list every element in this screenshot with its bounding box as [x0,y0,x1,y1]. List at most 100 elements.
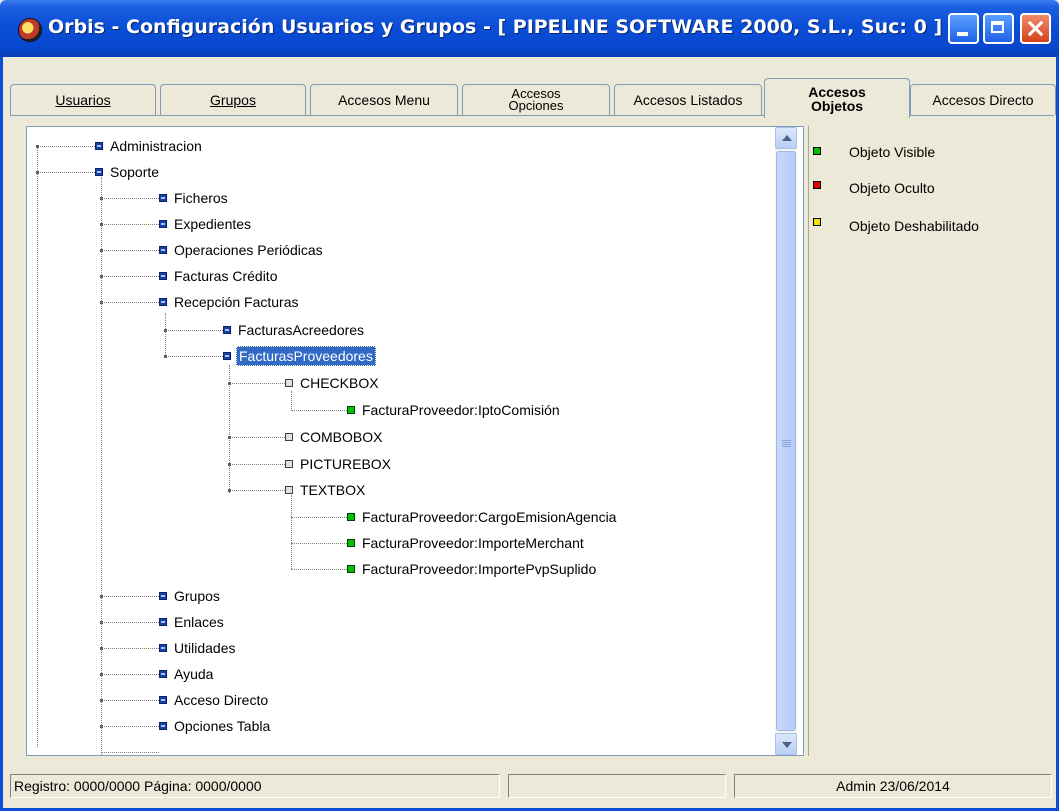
tree-expander[interactable] [100,249,103,252]
app-icon[interactable] [18,18,42,42]
tree-expander[interactable] [164,355,167,358]
tree-line [37,147,38,747]
tree-node-checkbox[interactable]: CHECKBOX [285,373,381,393]
tree-line [101,177,102,755]
tree-expander[interactable] [228,436,231,439]
blue-square-icon [159,644,167,652]
tree-line [101,224,159,225]
tree-node-ipto-comision[interactable]: FacturaProveedor:IptoComisión [347,400,562,420]
tree-expander[interactable] [228,463,231,466]
blue-square-icon [159,220,167,228]
tree-line [101,622,159,623]
tree-node-soporte[interactable]: Soporte [95,162,161,182]
tab-accesos-objetos[interactable]: Accesos Objetos [764,78,910,118]
green-square-icon [347,513,355,521]
maximize-button[interactable] [983,13,1014,44]
tree-line [101,250,159,251]
tab-grupos[interactable]: Grupos [160,84,306,115]
tab-label: Usuarios [55,92,111,108]
tree-expander[interactable] [164,329,167,332]
tree-node-picturebox[interactable]: PICTUREBOX [285,454,393,474]
tab-label: Accesos Objetos [808,85,866,113]
scroll-down-button[interactable] [775,733,797,755]
red-square-icon [813,181,821,189]
tree-node-label: PICTUREBOX [300,456,392,472]
tree-line [291,495,292,569]
blue-square-icon [159,272,167,280]
scroll-grip [782,440,791,441]
tree-node-administracion[interactable]: Administracion [95,136,204,156]
green-square-icon [813,147,821,155]
tree-node-label: CHECKBOX [300,375,379,391]
tree-line [101,700,159,701]
tab-accesos-menu[interactable]: Accesos Menu [310,84,458,115]
tree-node-recepcion-facturas[interactable]: Recepción Facturas [159,292,301,312]
tree-node-importe-pvp-suplido[interactable]: FacturaProveedor:ImportePvpSuplido [347,559,598,579]
tree-line [101,596,159,597]
scroll-thumb[interactable] [776,151,796,731]
tree-node-label: Soporte [110,164,160,180]
tree-expander[interactable] [100,699,103,702]
legend-label: Objeto Visible [849,144,936,160]
tree-node-textbox[interactable]: TEXTBOX [285,480,367,500]
legend-label: Objeto Oculto [849,180,935,196]
tree-node-importe-merchant[interactable]: FacturaProveedor:ImporteMerchant [347,533,586,553]
tree-line [101,198,159,199]
tree-node-combobox[interactable]: COMBOBOX [285,427,384,447]
tree-node-acceso-directo[interactable]: Acceso Directo [159,690,270,710]
tree-expander[interactable] [100,301,103,304]
blue-square-icon [159,670,167,678]
legend-label: Objeto Deshabilitado [849,218,979,234]
tree-node-facturas-acreedores[interactable]: FacturasAcreedores [223,320,366,340]
tree-expander[interactable] [228,382,231,385]
scroll-up-button[interactable] [775,127,797,149]
tree-node-utilidades[interactable]: Utilidades [159,638,237,658]
status-user-date: Admin 23/06/2014 [734,774,1052,798]
tree-scrollbar[interactable] [775,127,797,755]
tree-expander[interactable] [36,145,39,148]
tree-line [291,569,347,570]
tree-node-label: Facturas Crédito [174,268,278,284]
tree-node-label: Operaciones Periódicas [174,242,323,258]
tree-expander[interactable] [100,223,103,226]
tree-node-label: FacturaProveedor:ImportePvpSuplido [362,561,597,577]
tree-node-enlaces[interactable]: Enlaces [159,612,226,632]
tab-usuarios[interactable]: Usuarios [10,84,156,115]
tree-expander[interactable] [100,647,103,650]
tab-label: Accesos Menu [338,92,430,108]
green-square-icon [347,565,355,573]
tree-expander[interactable] [228,489,231,492]
tab-accesos-opciones[interactable]: Accesos Opciones [462,84,610,115]
tree-node-facturas-proveedores[interactable]: FacturasProveedores [223,346,376,366]
tab-accesos-directo[interactable]: Accesos Directo [910,84,1056,115]
tree-expander[interactable] [100,725,103,728]
tree-node-facturas-credito[interactable]: Facturas Crédito [159,266,279,286]
tree-expander[interactable] [100,197,103,200]
status-blank [508,774,726,798]
tree-expander[interactable] [100,673,103,676]
blue-square-icon [159,194,167,202]
tree-expander[interactable] [100,275,103,278]
minimize-button[interactable] [948,13,979,44]
legend-item-deshabilitado: Objeto Deshabilitado [813,218,979,234]
title-bar[interactable]: Orbis - Configuración Usuarios y Grupos … [0,0,1059,57]
tree-node-operaciones-periodicas[interactable]: Operaciones Periódicas [159,240,325,260]
close-button[interactable] [1020,13,1051,44]
tree-expander[interactable] [100,595,103,598]
tree-line [165,330,223,331]
tree-expander[interactable] [100,621,103,624]
tree-node-cargo-emision-agencia[interactable]: FacturaProveedor:CargoEmisionAgencia [347,507,618,527]
tree-line [229,437,285,438]
tree-node-ayuda[interactable]: Ayuda [159,664,215,684]
tree-node-expedientes[interactable]: Expedientes [159,214,253,234]
tree-line [291,543,347,544]
tree-node-label: Utilidades [174,640,236,656]
gray-square-icon [285,486,293,494]
tree-node-grupos[interactable]: Grupos [159,586,222,606]
tree-node-ficheros[interactable]: Ficheros [159,188,230,208]
tree-node-label: Grupos [174,588,220,604]
tree-expander[interactable] [36,171,39,174]
tab-accesos-listados[interactable]: Accesos Listados [614,84,762,115]
tree-node-opciones-tabla[interactable]: Opciones Tabla [159,716,272,736]
objects-tree[interactable]: Administracion Soporte Ficheros Expedien… [26,126,804,756]
